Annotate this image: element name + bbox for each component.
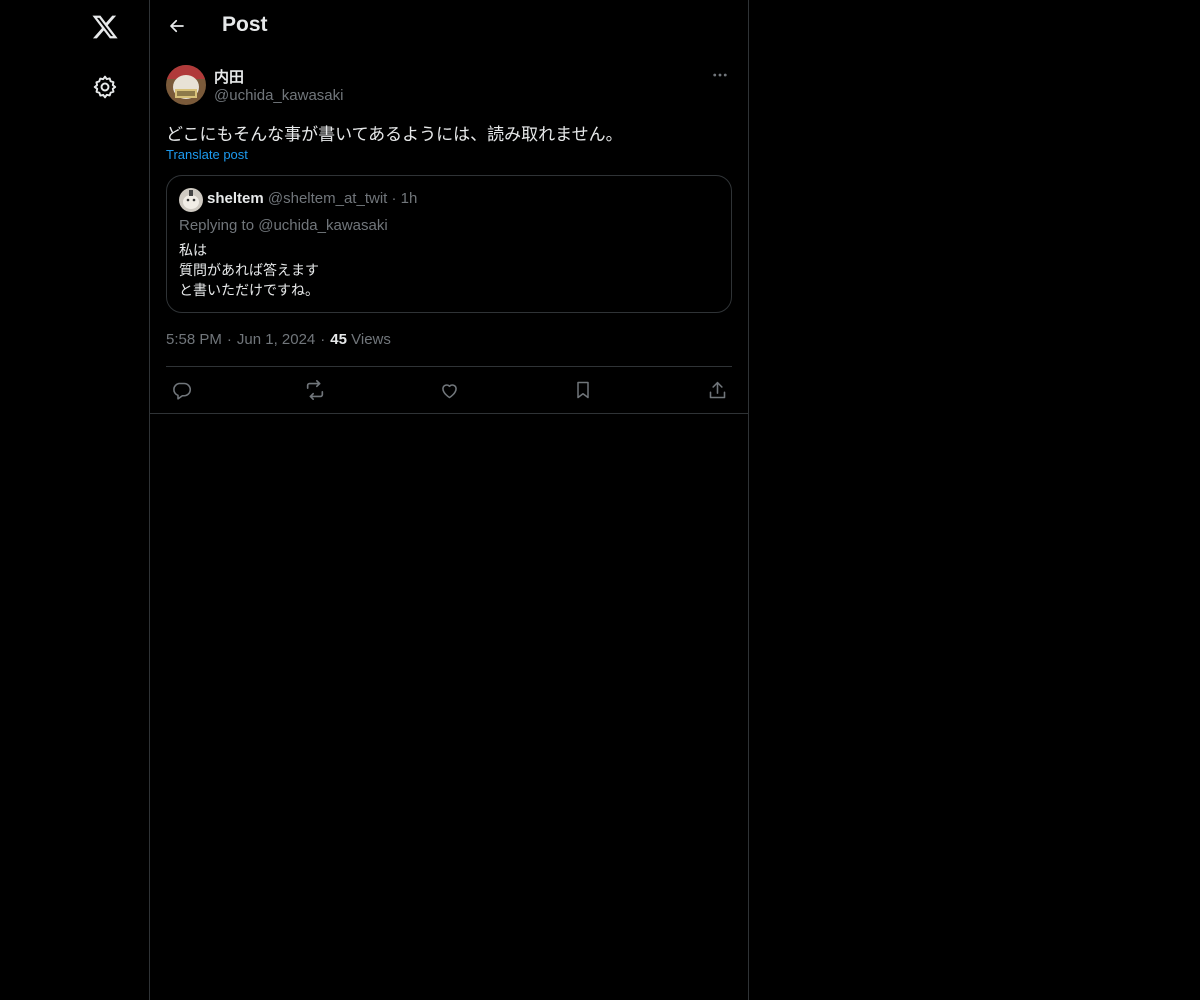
quote-avatar [179,188,203,212]
page-header: Post [150,0,748,53]
quote-text: 私は 質問があれば答えます と書いただけですね。 [179,240,319,300]
divider [150,413,748,414]
author-handle[interactable]: @uchida_kawasaki [214,87,343,104]
post-text: どこにもそんな事が書いてあるようには、読み取れません。 [166,125,623,144]
x-logo-icon[interactable] [81,3,129,51]
quote-header: sheltem @sheltem_at_twit · 1h [207,190,417,207]
quote-dot: · [391,190,397,207]
action-bar [166,367,732,413]
post-date[interactable]: Jun 1, 2024 [237,331,315,348]
reply-icon[interactable] [169,378,193,402]
arrow-left-icon[interactable] [160,9,194,43]
meta-separator: · [320,331,326,348]
bookmark-icon[interactable] [571,378,595,402]
meta-separator: · [226,331,232,348]
gear-icon[interactable] [81,63,129,111]
quote-time: 1h [400,190,418,207]
quote-text-line: 私は [179,242,207,258]
avatar[interactable] [166,65,206,105]
page-title: Post [222,13,268,36]
quote-author-name: sheltem [207,190,264,207]
post-meta: 5:58 PM · Jun 1, 2024 · 45 Views [166,331,391,348]
left-nav [0,0,150,1000]
share-icon[interactable] [705,378,729,402]
heart-icon[interactable] [437,378,461,402]
more-horizontal-icon[interactable] [708,63,732,87]
views-count: 45 [330,331,347,348]
views-label: Views [351,331,391,348]
quote-text-line: と書いただけですね。 [179,282,319,298]
main-column: Post 内田 @uchida_kawasaki どこにもそんな事が書いてあるよ… [149,0,749,1000]
quote-author-handle: @sheltem_at_twit [267,190,388,207]
repost-icon[interactable] [303,378,327,402]
quote-text-line: 質問があれば答えます [179,262,319,278]
quote-replying-to: Replying to @uchida_kawasaki [179,217,388,234]
quoted-post[interactable]: sheltem @sheltem_at_twit · 1h Replying t… [166,175,732,313]
post-time[interactable]: 5:58 PM [166,331,222,348]
translate-post-link[interactable]: Translate post [166,147,248,162]
author-name[interactable]: 内田 [214,66,244,87]
